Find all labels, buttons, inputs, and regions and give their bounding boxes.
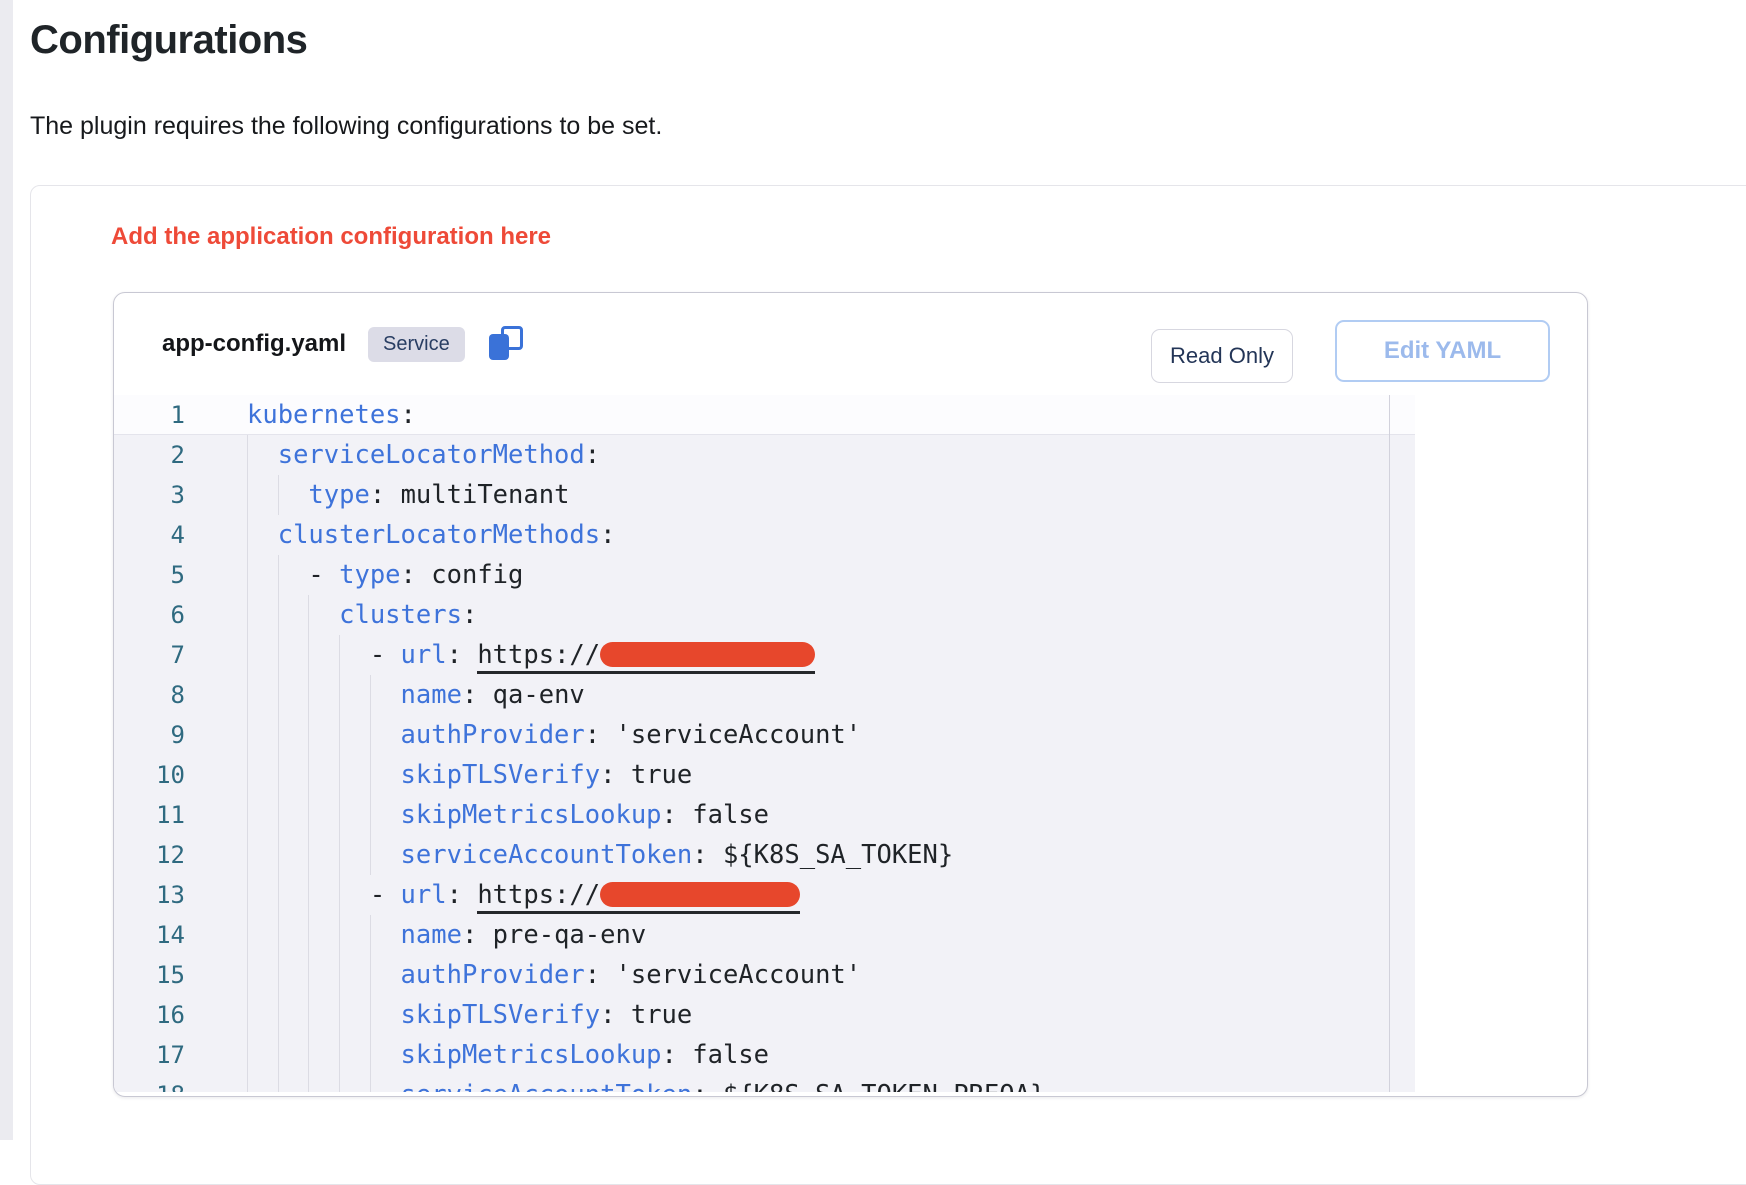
editor-header-left: app-config.yaml Service <box>162 293 523 395</box>
code-text: skipMetricsLookup: false <box>247 795 769 835</box>
configuration-card: Add the application configuration here a… <box>30 185 1746 1185</box>
code-text: kubernetes: <box>247 395 416 435</box>
line-number: 9 <box>114 715 185 755</box>
editor-scrollbar[interactable] <box>1389 395 1390 1092</box>
code-line: 6 clusters: <box>114 595 1415 635</box>
redacted-url: https:// <box>477 881 800 914</box>
code-text: skipTLSVerify: true <box>247 755 692 795</box>
code-line: 14 name: pre-qa-env <box>114 915 1415 955</box>
line-number: 10 <box>114 755 185 795</box>
code-text: clusterLocatorMethods: <box>247 515 615 555</box>
code-line: 1 kubernetes: <box>114 395 1415 435</box>
line-number: 3 <box>114 475 185 515</box>
code-text: skipMetricsLookup: false <box>247 1035 769 1075</box>
line-number: 17 <box>114 1035 185 1075</box>
instruction-label: Add the application configuration here <box>111 223 551 251</box>
code-text: clusters: <box>247 595 477 635</box>
code-text: serviceAccountToken: ${K8S_SA_TOKEN_PREQ… <box>247 1075 1045 1092</box>
code-text: serviceLocatorMethod: <box>247 435 600 475</box>
code-line: 5 - type: config <box>114 555 1415 595</box>
page-title: Configurations <box>30 18 307 63</box>
code-line: 9 authProvider: 'serviceAccount' <box>114 715 1415 755</box>
code-text: authProvider: 'serviceAccount' <box>247 955 861 995</box>
code-line: 4 clusterLocatorMethods: <box>114 515 1415 555</box>
read-only-button[interactable]: Read Only <box>1151 329 1293 383</box>
line-number: 13 <box>114 875 185 915</box>
code-line: 13 - url: https:// <box>114 875 1415 915</box>
redaction-blob <box>600 882 800 907</box>
copy-icon-front <box>489 334 509 360</box>
code-line: 2 serviceLocatorMethod: <box>114 435 1415 475</box>
code-line: 18 serviceAccountToken: ${K8S_SA_TOKEN_P… <box>114 1075 1415 1092</box>
line-number: 6 <box>114 595 185 635</box>
code-line: 12 serviceAccountToken: ${K8S_SA_TOKEN} <box>114 835 1415 875</box>
line-number: 18 <box>114 1075 185 1092</box>
code-line: 17 skipMetricsLookup: false <box>114 1035 1415 1075</box>
service-badge: Service <box>368 327 465 362</box>
line-number: 15 <box>114 955 185 995</box>
page-subtitle: The plugin requires the following config… <box>30 112 662 141</box>
code-text: - url: https:// <box>247 635 815 675</box>
code-line: 7 - url: https:// <box>114 635 1415 675</box>
filename-label: app-config.yaml <box>162 330 346 358</box>
line-number: 7 <box>114 635 185 675</box>
yaml-code-editor[interactable]: 1kubernetes:2 serviceLocatorMethod:3 typ… <box>114 395 1415 1092</box>
line-number: 16 <box>114 995 185 1035</box>
code-line: 16 skipTLSVerify: true <box>114 995 1415 1035</box>
code-text: authProvider: 'serviceAccount' <box>247 715 861 755</box>
code-text: type: multiTenant <box>247 475 569 515</box>
code-text: - url: https:// <box>247 875 800 915</box>
code-text: skipTLSVerify: true <box>247 995 692 1035</box>
code-line: 3 type: multiTenant <box>114 475 1415 515</box>
line-number: 2 <box>114 435 185 475</box>
copy-icon[interactable] <box>487 326 523 362</box>
code-text: name: qa-env <box>247 675 585 715</box>
code-line: 8 name: qa-env <box>114 675 1415 715</box>
editor-header: app-config.yaml Service Read Only Edit Y… <box>114 293 1587 395</box>
line-number: 5 <box>114 555 185 595</box>
code-line: 15 authProvider: 'serviceAccount' <box>114 955 1415 995</box>
code-text: - type: config <box>247 555 523 595</box>
redacted-url: https:// <box>477 641 815 674</box>
redaction-blob <box>600 642 815 667</box>
line-number: 11 <box>114 795 185 835</box>
line-number: 4 <box>114 515 185 555</box>
page-left-gutter <box>0 0 13 1140</box>
line-number: 1 <box>114 395 185 435</box>
yaml-editor-panel: app-config.yaml Service Read Only Edit Y… <box>113 292 1588 1097</box>
line-number: 14 <box>114 915 185 955</box>
code-line: 10 skipTLSVerify: true <box>114 755 1415 795</box>
code-line: 11 skipMetricsLookup: false <box>114 795 1415 835</box>
line-number: 12 <box>114 835 185 875</box>
code-text: name: pre-qa-env <box>247 915 646 955</box>
code-text: serviceAccountToken: ${K8S_SA_TOKEN} <box>247 835 953 875</box>
line-number: 8 <box>114 675 185 715</box>
edit-yaml-button[interactable]: Edit YAML <box>1335 320 1550 382</box>
